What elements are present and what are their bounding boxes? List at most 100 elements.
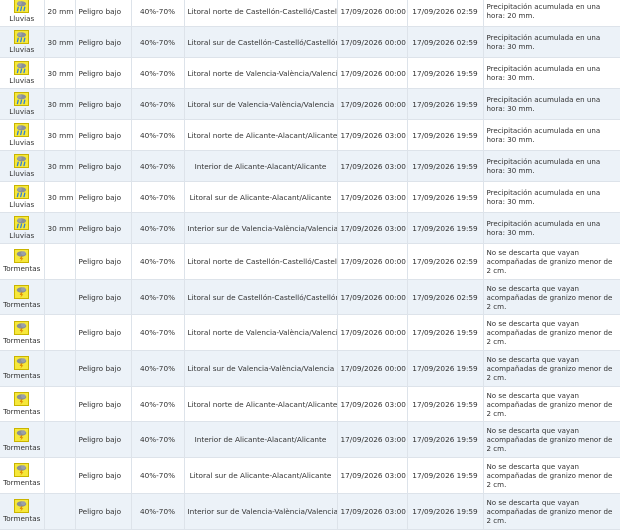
danger-level-cell: Peligro bajo	[75, 119, 132, 151]
start-time-cell: 17/09/2026 03:00	[337, 150, 408, 182]
warning-type-cell: Lluvias	[0, 57, 45, 89]
amount-cell: 30 mm	[44, 88, 76, 120]
warning-type-cell: Lluvias	[0, 0, 45, 27]
danger-level-cell: Peligro bajo	[75, 350, 132, 387]
description-cell: No se descarta que vayan acompañadas de …	[483, 243, 620, 280]
rain-icon	[14, 185, 30, 199]
thunderstorm-icon	[14, 320, 30, 335]
probability-cell: 40%-70%	[131, 314, 185, 352]
description-cell: Precipitación acumulada en una hora: 30 …	[483, 119, 620, 151]
end-time-cell: 17/09/2026 19:59	[407, 212, 484, 244]
warning-type-label: Lluvias	[9, 45, 35, 54]
warning-type-label: Tormentas	[3, 442, 41, 452]
description-cell: No se descarta que vayan acompañadas de …	[483, 314, 620, 352]
danger-level-cell: Peligro bajo	[75, 212, 132, 244]
danger-level-cell: Peligro bajo	[75, 386, 132, 423]
probability-cell: 40%-70%	[131, 279, 185, 316]
amount-cell	[44, 243, 76, 280]
start-time-cell: 17/09/2026 03:00	[337, 457, 408, 494]
end-time-cell: 17/09/2026 19:59	[407, 88, 484, 120]
warning-type-label: Tormentas	[3, 371, 41, 381]
thunderstorm-icon	[14, 285, 30, 300]
end-time-cell: 17/09/2026 19:59	[407, 150, 484, 182]
probability-cell: 40%-70%	[131, 0, 185, 27]
zone-cell: Litoral sur de Castellón-Castelló/Castel…	[184, 26, 338, 58]
rain-icon	[14, 216, 30, 230]
warning-type-cell: Tormentas	[0, 386, 45, 423]
end-time-cell: 17/09/2026 19:59	[407, 181, 484, 213]
amount-cell: 30 mm	[44, 26, 76, 58]
thunderstorm-icon	[14, 499, 30, 514]
zone-cell: Litoral norte de Valencia-València/Valen…	[184, 57, 338, 89]
warning-type-cell: Tormentas	[0, 243, 45, 280]
description-cell: No se descarta que vayan acompañadas de …	[483, 279, 620, 316]
end-time-cell: 17/09/2026 19:59	[407, 386, 484, 423]
table-row: Tormentas Peligro bajo 40%-70% Litoral n…	[0, 314, 620, 352]
zone-cell: Litoral norte de Valencia-València/Valen…	[184, 314, 338, 352]
amount-cell	[44, 421, 76, 459]
warning-type-label: Lluvias	[9, 231, 35, 240]
end-time-cell: 17/09/2026 19:59	[407, 57, 484, 89]
warning-type-label: Tormentas	[3, 407, 41, 417]
rain-icon	[14, 154, 30, 168]
amount-cell: 30 mm	[44, 119, 76, 151]
warning-type-cell: Lluvias	[0, 119, 45, 151]
zone-cell: Interior sur de Valencia-València/Valenc…	[184, 493, 338, 530]
zone-cell: Litoral norte de Alicante-Alacant/Alican…	[184, 119, 338, 151]
warning-type-cell: Lluvias	[0, 181, 45, 213]
probability-cell: 40%-70%	[131, 119, 185, 151]
amount-cell	[44, 279, 76, 316]
start-time-cell: 17/09/2026 00:00	[337, 57, 408, 89]
zone-cell: Litoral sur de Castellón-Castelló/Castel…	[184, 279, 338, 316]
probability-cell: 40%-70%	[131, 150, 185, 182]
start-time-cell: 17/09/2026 03:00	[337, 181, 408, 213]
end-time-cell: 17/09/2026 19:59	[407, 493, 484, 530]
warning-type-cell: Lluvias	[0, 26, 45, 58]
warning-type-label: Tormentas	[3, 264, 41, 274]
danger-level-cell: Peligro bajo	[75, 26, 132, 58]
zone-cell: Litoral norte de Castellón-Castelló/Cast…	[184, 0, 338, 27]
amount-cell: 30 mm	[44, 150, 76, 182]
start-time-cell: 17/09/2026 03:00	[337, 386, 408, 423]
end-time-cell: 17/09/2026 02:59	[407, 26, 484, 58]
danger-level-cell: Peligro bajo	[75, 279, 132, 316]
start-time-cell: 17/09/2026 00:00	[337, 243, 408, 280]
description-cell: Precipitación acumulada en una hora: 20 …	[483, 0, 620, 27]
thunderstorm-icon	[14, 249, 30, 264]
end-time-cell: 17/09/2026 19:59	[407, 350, 484, 387]
warnings-table: Lluvias 20 mm Peligro bajo 40%-70% Litor…	[0, 0, 620, 530]
table-row: Lluvias 20 mm Peligro bajo 40%-70% Litor…	[0, 0, 620, 27]
table-row: Tormentas Peligro bajo 40%-70% Litoral n…	[0, 386, 620, 423]
warning-type-cell: Tormentas	[0, 350, 45, 387]
start-time-cell: 17/09/2026 03:00	[337, 212, 408, 244]
start-time-cell: 17/09/2026 00:00	[337, 88, 408, 120]
amount-cell: 30 mm	[44, 212, 76, 244]
danger-level-cell: Peligro bajo	[75, 243, 132, 280]
warnings-table-body: Lluvias 20 mm Peligro bajo 40%-70% Litor…	[0, 0, 620, 530]
danger-level-cell: Peligro bajo	[75, 421, 132, 459]
warning-type-label: Tormentas	[3, 478, 41, 488]
zone-cell: Interior de Alicante-Alacant/Alicante	[184, 421, 338, 459]
warning-type-cell: Tormentas	[0, 457, 45, 494]
table-row: Lluvias 30 mm Peligro bajo 40%-70% Inter…	[0, 150, 620, 182]
warning-type-label: Lluvias	[9, 76, 35, 85]
end-time-cell: 17/09/2026 02:59	[407, 243, 484, 280]
amount-cell	[44, 314, 76, 352]
zone-cell: Litoral sur de Alicante-Alacant/Alicante	[184, 181, 338, 213]
amount-cell: 20 mm	[44, 0, 76, 27]
thunderstorm-icon	[14, 427, 30, 442]
warning-type-label: Lluvias	[9, 107, 35, 116]
danger-level-cell: Peligro bajo	[75, 57, 132, 89]
zone-cell: Interior sur de Valencia-València/Valenc…	[184, 212, 338, 244]
description-cell: Precipitación acumulada en una hora: 30 …	[483, 212, 620, 244]
amount-cell	[44, 386, 76, 423]
thunderstorm-icon	[14, 392, 30, 407]
start-time-cell: 17/09/2026 00:00	[337, 314, 408, 352]
probability-cell: 40%-70%	[131, 386, 185, 423]
start-time-cell: 17/09/2026 00:00	[337, 0, 408, 27]
amount-cell	[44, 493, 76, 530]
description-cell: No se descarta que vayan acompañadas de …	[483, 457, 620, 494]
table-row: Tormentas Peligro bajo 40%-70% Litoral s…	[0, 350, 620, 387]
rain-icon	[14, 0, 30, 13]
warning-type-cell: Lluvias	[0, 212, 45, 244]
